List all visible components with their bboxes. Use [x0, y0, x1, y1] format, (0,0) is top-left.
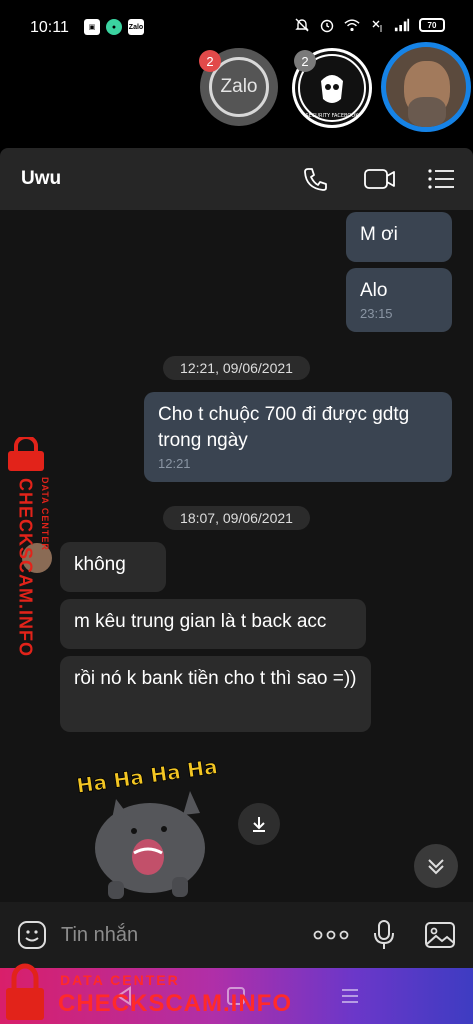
chat-title[interactable]: Uwu: [21, 168, 61, 190]
alarm-icon: [319, 17, 335, 33]
watermark-subtitle: DATA CENTER: [40, 477, 50, 551]
message-time: 23:15: [360, 306, 393, 321]
phone-icon: [304, 168, 327, 191]
message-text: rồi nó k bank tiền cho t thì sao =)): [74, 668, 357, 689]
notification-icons: ▣ ● Zalo: [84, 19, 144, 35]
laughing-dog-sticker[interactable]: Ha Ha Ha Ha: [68, 753, 228, 902]
message-text: Cho t chuộc 700 đi được gdtg trong ngày: [158, 404, 410, 451]
system-icons: 70: [294, 17, 445, 33]
message-bubble-outgoing[interactable]: Cho t chuộc 700 đi được gdtg trong ngày …: [144, 392, 452, 482]
watermark-side: DATA CENTER CHECKSCAM.INFO: [2, 437, 52, 667]
message-bubble-outgoing[interactable]: Alo 23:15: [346, 268, 452, 332]
message-input[interactable]: Tin nhắn: [61, 924, 138, 947]
zalo-unread-badge: 2: [199, 50, 221, 72]
signal-icon: [394, 17, 410, 33]
list-menu-icon: [428, 169, 454, 189]
sticker-button[interactable]: [16, 919, 48, 951]
security-team-text: SECURITY FACEBOOK: [305, 113, 359, 119]
date-separator: 18:07, 09/06/2021: [163, 506, 310, 530]
lock-icon: [8, 437, 44, 471]
contact-avatar-chat-head[interactable]: [381, 42, 471, 132]
more-dots-icon: [313, 930, 349, 940]
chat-header: Uwu: [0, 148, 473, 210]
download-icon: [253, 817, 265, 832]
watermark-title: CHECKSCAM.INFO: [15, 478, 36, 657]
message-text: Alo: [360, 280, 388, 301]
message-text: M ơi: [360, 224, 398, 245]
message-list[interactable]: M ơi Alo 23:15 12:21, 09/06/2021 Cho t c…: [0, 210, 473, 902]
message-time: 12:21: [158, 456, 191, 471]
image-gallery-icon: [425, 922, 455, 948]
message-text: m kêu trung gian là t back acc: [74, 611, 327, 632]
voice-record-button[interactable]: [368, 919, 400, 951]
download-button[interactable]: [238, 803, 280, 845]
security-unread-badge: 2: [294, 50, 316, 72]
menu-button[interactable]: [426, 164, 456, 194]
photo-button[interactable]: [424, 919, 456, 951]
message-bubble-outgoing[interactable]: M ơi: [346, 212, 452, 262]
sticker-text: Ha Ha Ha Ha: [75, 754, 219, 798]
double-chevron-down-icon: [428, 859, 444, 875]
voice-call-button[interactable]: [300, 164, 330, 194]
status-bar: 10:11 ▣ ● Zalo 70: [0, 0, 473, 48]
message-input-bar: Tin nhắn: [0, 902, 473, 968]
lock-icon: [6, 963, 44, 1020]
message-bubble-incoming[interactable]: m kêu trung gian là t back acc: [60, 599, 366, 649]
no-signal-icon: [369, 17, 385, 33]
mute-icon: [294, 17, 310, 33]
video-call-button[interactable]: [362, 164, 398, 194]
recents-nav-icon[interactable]: [338, 984, 362, 1008]
date-separator: 12:21, 09/06/2021: [163, 356, 310, 380]
zalo-icon: Zalo: [128, 19, 144, 35]
avatar-beard: [408, 97, 446, 127]
chat-icon: ●: [106, 19, 122, 35]
microphone-icon: [374, 920, 394, 949]
more-options-button[interactable]: [313, 919, 349, 951]
bag-icon: ▣: [84, 19, 100, 35]
watermark-bottom-subtitle: DATA CENTER: [60, 972, 180, 988]
battery-icon: 70: [419, 18, 445, 32]
video-camera-icon: [364, 169, 395, 189]
message-bubble-incoming[interactable]: rồi nó k bank tiền cho t thì sao =)): [60, 656, 371, 732]
status-time: 10:11: [30, 19, 69, 36]
wifi-icon: [344, 17, 360, 33]
message-text: không: [74, 554, 126, 575]
message-bubble-incoming[interactable]: không: [60, 542, 166, 592]
watermark-bottom-title: CHECKSCAM.INFO: [58, 990, 292, 1017]
scroll-to-bottom-button[interactable]: [414, 844, 458, 888]
smiley-sticker-icon: [18, 921, 46, 949]
